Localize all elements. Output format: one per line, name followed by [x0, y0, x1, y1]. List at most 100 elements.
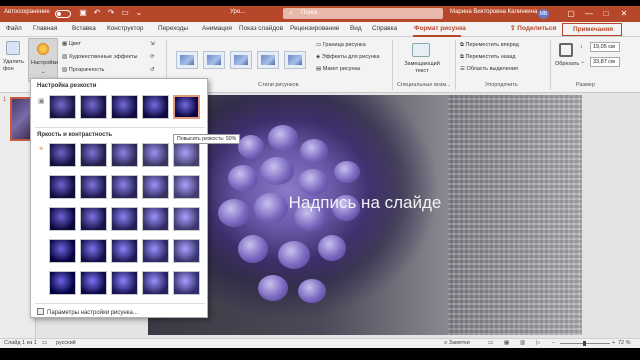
- tab-help[interactable]: Справка: [372, 25, 397, 32]
- picture-style-3[interactable]: [230, 51, 252, 69]
- alt-text-button[interactable]: Замещающий текст: [402, 61, 442, 75]
- picture-effects-button[interactable]: ◈ Эффекты для рисунка: [316, 54, 379, 60]
- brightness-contrast-option[interactable]: [49, 207, 76, 231]
- tab-home[interactable]: Главная: [33, 25, 57, 32]
- picture-corrections-options[interactable]: Параметры настройки рисунка...: [37, 308, 138, 316]
- brightness-contrast-option[interactable]: [111, 207, 138, 231]
- brightness-contrast-option[interactable]: [142, 143, 169, 167]
- sharpness-option[interactable]: [173, 95, 200, 119]
- language[interactable]: русский: [56, 340, 76, 346]
- change-picture-icon[interactable]: ⟳: [150, 54, 155, 60]
- minimize-icon[interactable]: —: [583, 8, 595, 20]
- normal-view-icon[interactable]: ▭: [488, 340, 493, 346]
- slide-sorter-icon[interactable]: ▦: [504, 340, 509, 346]
- sharpness-option[interactable]: [49, 95, 76, 119]
- height-field[interactable]: 19,05 см: [590, 42, 620, 52]
- brightness-contrast-option[interactable]: [111, 143, 138, 167]
- sharpness-option[interactable]: [111, 95, 138, 119]
- brightness-contrast-option[interactable]: [80, 175, 107, 199]
- brightness-contrast-option[interactable]: [49, 143, 76, 167]
- brightness-contrast-option[interactable]: [80, 207, 107, 231]
- picture-style-2[interactable]: [203, 51, 225, 69]
- brightness-contrast-option[interactable]: [80, 271, 107, 295]
- brightness-contrast-option[interactable]: [142, 271, 169, 295]
- present-icon[interactable]: ▭: [120, 8, 130, 18]
- brightness-contrast-option[interactable]: [111, 239, 138, 263]
- maximize-icon[interactable]: □: [600, 8, 612, 20]
- slide-canvas[interactable]: Надпись на слайде: [148, 95, 582, 335]
- reading-view-icon[interactable]: ▥: [520, 340, 525, 346]
- brightness-contrast-option[interactable]: [173, 207, 200, 231]
- brightness-contrast-option[interactable]: [111, 271, 138, 295]
- sharpness-option[interactable]: [80, 95, 107, 119]
- flower-photo[interactable]: [148, 95, 582, 335]
- brightness-contrast-option[interactable]: [49, 239, 76, 263]
- width-field[interactable]: 33,87 см: [590, 57, 620, 67]
- brightness-contrast-option[interactable]: [49, 175, 76, 199]
- brightness-contrast-option[interactable]: [173, 239, 200, 263]
- brightness-contrast-option[interactable]: [49, 271, 76, 295]
- tab-design[interactable]: Конструктор: [107, 25, 143, 32]
- artistic-effects-button[interactable]: ▧ Художественные эффекты: [62, 54, 137, 60]
- search-box[interactable]: ⌕ Поиск: [283, 8, 443, 19]
- tab-slideshow[interactable]: Показ слайдов: [239, 25, 283, 32]
- transparency-button[interactable]: ▨ Прозрачность: [62, 67, 104, 73]
- brightness-contrast-option[interactable]: [80, 239, 107, 263]
- brightness-contrast-option[interactable]: [80, 143, 107, 167]
- remove-background-button[interactable]: Удалить фон: [3, 59, 25, 73]
- corrections-button[interactable]: Настройки ⌄: [28, 38, 58, 82]
- notes-button[interactable]: ≡ Заметки: [444, 340, 470, 346]
- send-backward-button[interactable]: ⧉ Переместить назад: [460, 54, 516, 61]
- save-icon[interactable]: ▣: [78, 8, 88, 18]
- alt-text-icon: [412, 43, 430, 57]
- redo-icon[interactable]: ↷: [106, 8, 116, 18]
- brightness-contrast-option[interactable]: [111, 175, 138, 199]
- reset-picture-icon[interactable]: ↺: [150, 67, 155, 73]
- tab-transitions[interactable]: Переходы: [158, 25, 188, 32]
- avatar[interactable]: МВ: [538, 9, 549, 19]
- compress-icon[interactable]: ⇲: [150, 41, 155, 47]
- comments-button[interactable]: Примечания: [562, 23, 622, 36]
- crop-button[interactable]: Обрезать: [555, 61, 579, 67]
- proofing-icon[interactable]: ▭: [42, 340, 47, 346]
- brightness-contrast-option[interactable]: [142, 175, 169, 199]
- slide-caption[interactable]: Надпись на слайде: [148, 193, 582, 213]
- slideshow-icon[interactable]: ▷: [536, 340, 540, 346]
- tab-file[interactable]: Файл: [6, 25, 22, 32]
- zoom-slider-thumb[interactable]: [583, 341, 586, 346]
- brightness-contrast-option[interactable]: [173, 175, 200, 199]
- ribbon-display-icon[interactable]: ▢: [565, 8, 577, 20]
- selection-pane-button[interactable]: ☰ Область выделения: [460, 66, 518, 72]
- brightness-contrast-option[interactable]: [173, 143, 200, 167]
- color-button[interactable]: ▦ Цвет: [62, 41, 81, 47]
- zoom-out-icon[interactable]: −: [552, 340, 555, 346]
- tab-insert[interactable]: Вставка: [72, 25, 96, 32]
- slide-counter: Слайд 1 из 1: [4, 340, 37, 346]
- sharpness-option[interactable]: [142, 95, 169, 119]
- transparency-icon: ▨: [62, 67, 69, 73]
- picture-border-button[interactable]: ▭ Граница рисунка: [316, 42, 366, 48]
- share-button[interactable]: ⇪ Поделиться: [510, 24, 556, 32]
- brightness-contrast-option[interactable]: [142, 239, 169, 263]
- zoom-in-icon[interactable]: +: [612, 340, 615, 346]
- picture-layout-button[interactable]: ▤ Макет рисунка: [316, 66, 360, 72]
- petal: [258, 275, 288, 301]
- bring-forward-button[interactable]: ⧉ Переместить вперед: [460, 42, 519, 49]
- tab-picture-format[interactable]: Формат рисунка: [414, 25, 466, 32]
- group-label-styles: Стили рисунков: [258, 82, 299, 88]
- picture-style-1[interactable]: [176, 51, 198, 69]
- zoom-level[interactable]: 72 %: [618, 340, 631, 346]
- tab-view[interactable]: Вид: [350, 25, 362, 32]
- ribbon-separator: [392, 40, 393, 90]
- undo-icon[interactable]: ↶: [92, 8, 102, 18]
- more-commands-icon[interactable]: ⌄: [134, 8, 144, 18]
- tab-animations[interactable]: Анимация: [202, 25, 232, 32]
- picture-style-5[interactable]: [284, 51, 306, 69]
- autosave-toggle[interactable]: [55, 10, 71, 18]
- brightness-contrast-option[interactable]: [142, 207, 169, 231]
- tab-review[interactable]: Рецензирование: [290, 25, 339, 32]
- corrections-dropdown: Настройка резкости ▣ Яркость и контрастн…: [30, 78, 208, 318]
- close-icon[interactable]: ✕: [618, 8, 630, 20]
- picture-style-4[interactable]: [257, 51, 279, 69]
- brightness-contrast-option[interactable]: [173, 271, 200, 295]
